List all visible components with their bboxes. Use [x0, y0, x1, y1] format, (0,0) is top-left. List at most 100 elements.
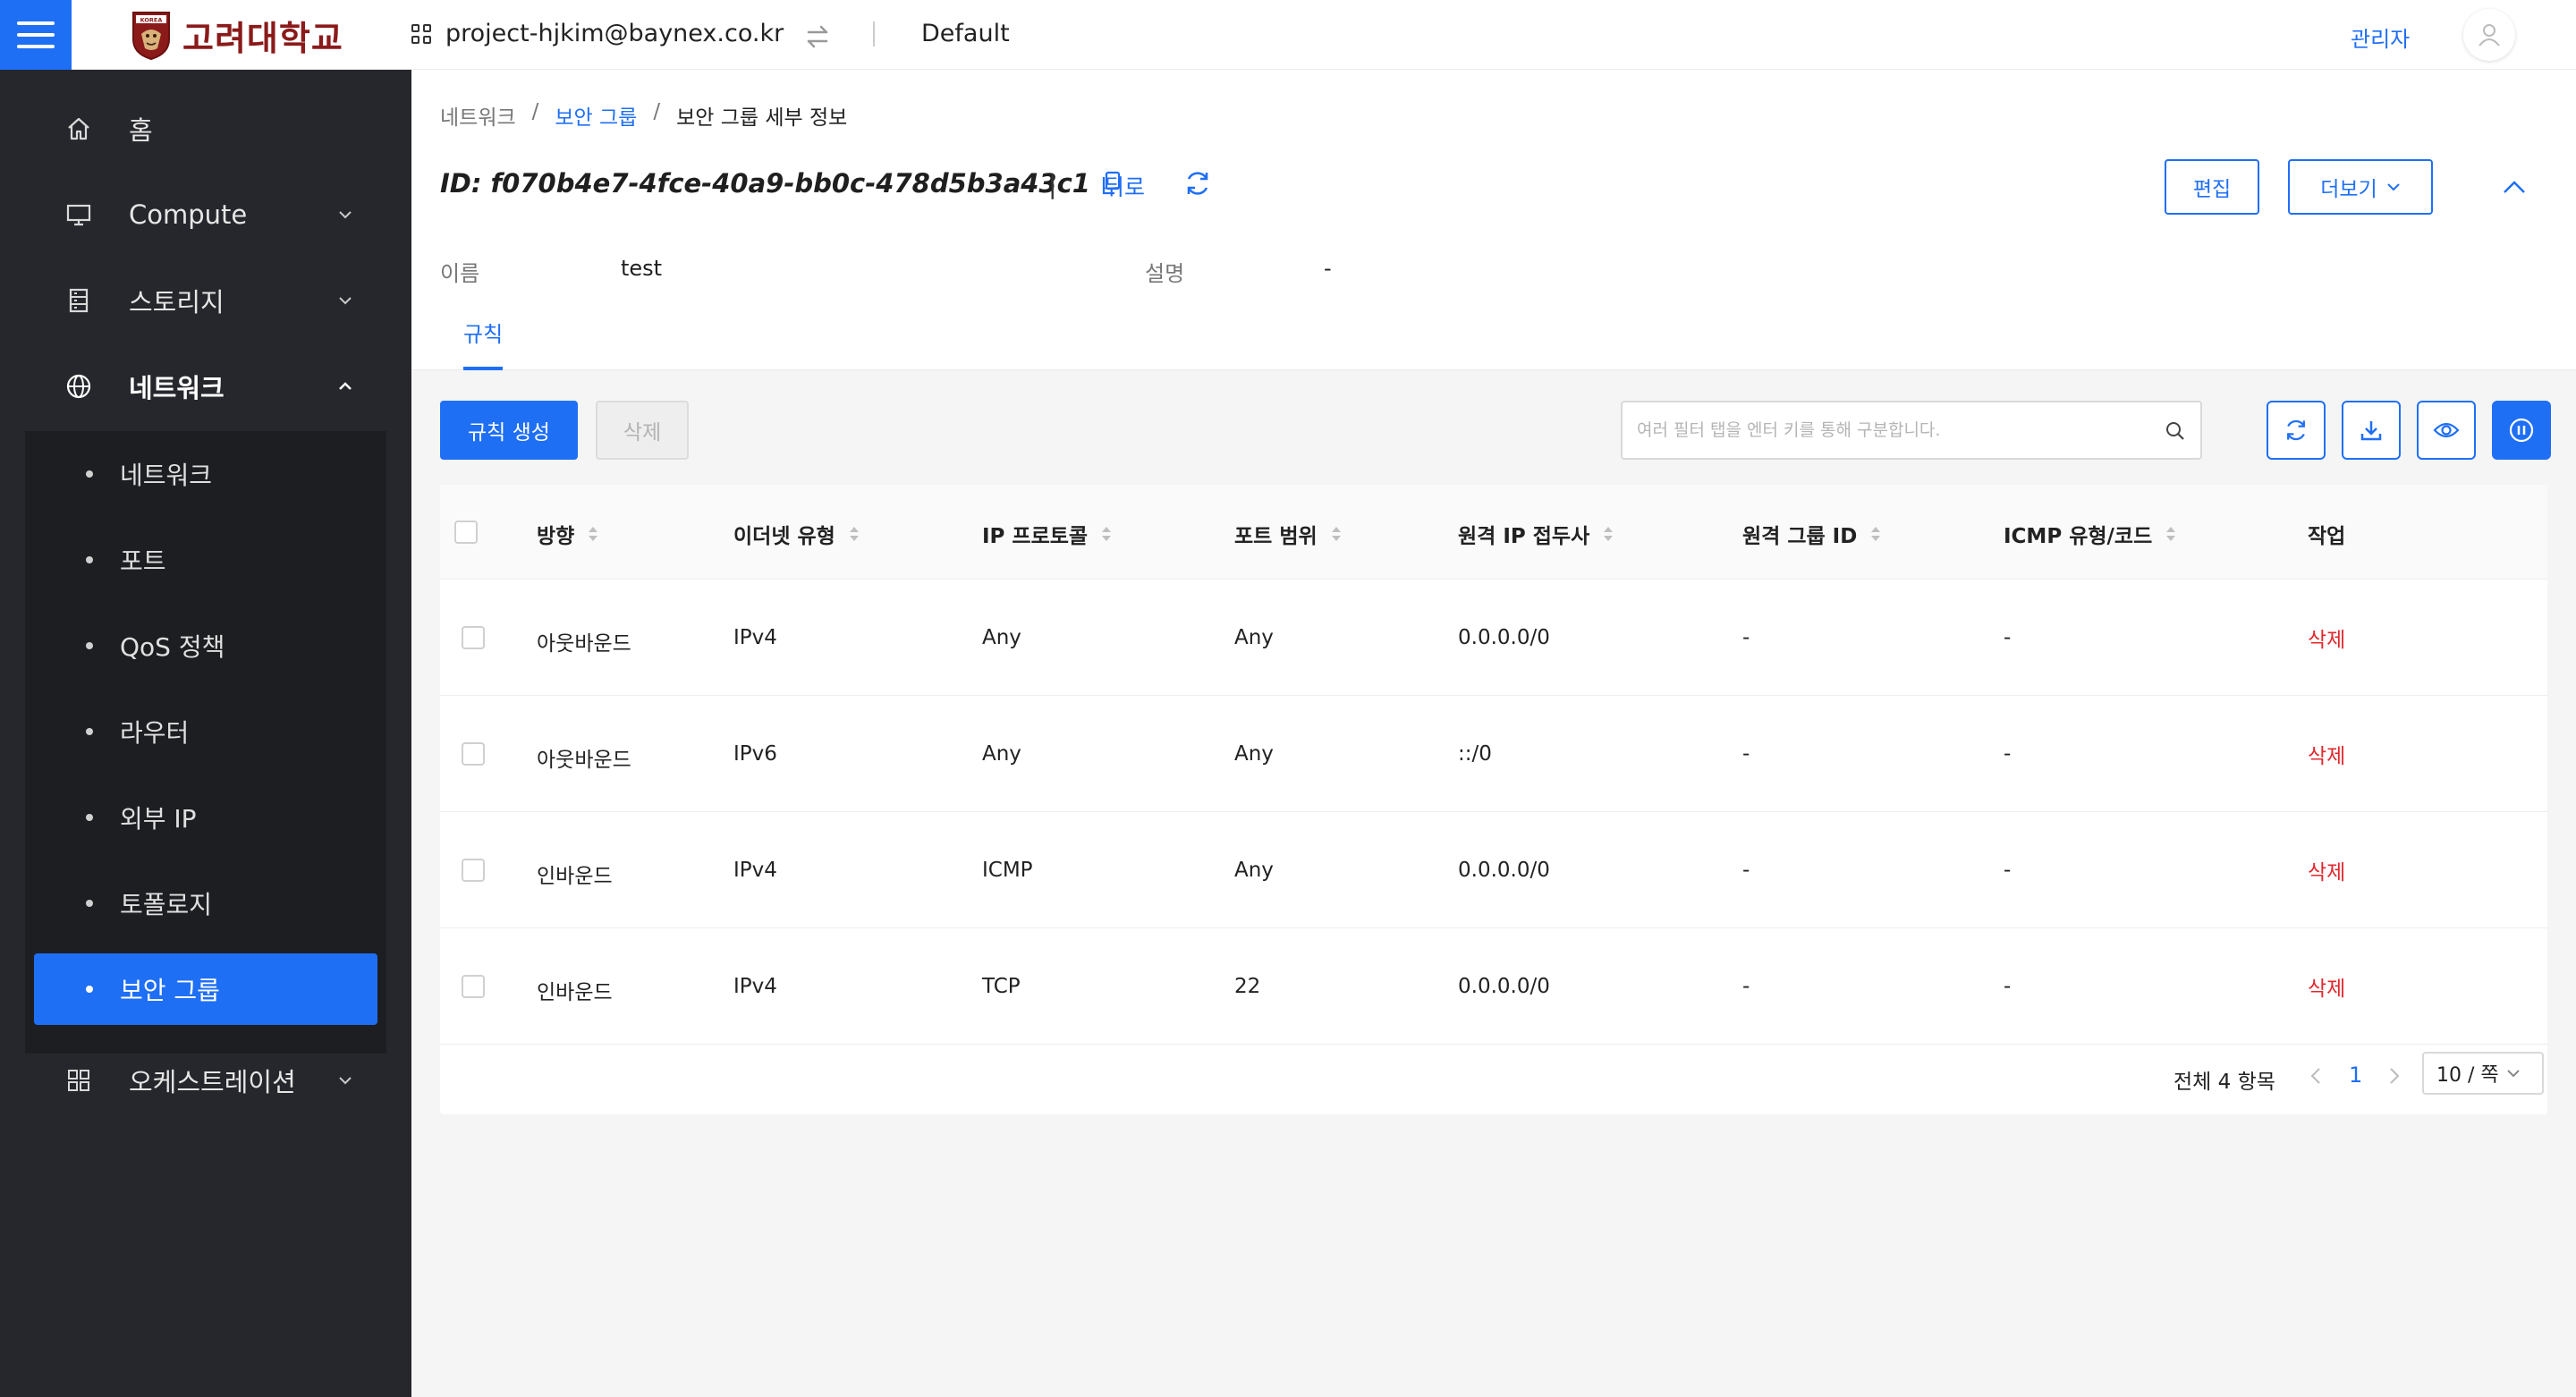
hamburger-menu-icon[interactable]	[0, 0, 72, 70]
switch-arrows-icon[interactable]	[805, 23, 830, 50]
cell-port-range: Any	[1234, 742, 1274, 766]
logo[interactable]: KOREA 고려대학교	[131, 9, 343, 61]
sidebar-subitem-topology[interactable]: 토폴로지	[25, 868, 386, 939]
sidebar-item-orchestration[interactable]: 오케스트레이션	[0, 1037, 411, 1123]
cell-icmp: -	[2004, 975, 2012, 998]
storage-icon	[64, 286, 93, 315]
bullet	[86, 814, 93, 821]
page-size-select[interactable]: 10 / 쪽	[2422, 1052, 2544, 1095]
sort-icon	[1871, 527, 1881, 541]
row-checkbox[interactable]	[462, 859, 485, 882]
column-header-remote-group-id[interactable]: 원격 그룹 ID	[1742, 519, 1882, 549]
tab-active-indicator	[463, 367, 503, 370]
row-delete-link[interactable]: 삭제	[2308, 622, 2345, 653]
search-field[interactable]	[1623, 402, 2123, 458]
region-selector[interactable]: Default	[921, 20, 1010, 47]
column-header-port-range[interactable]: 포트 범위	[1234, 519, 1343, 549]
chevron-down-icon	[339, 297, 352, 305]
description-label: 설명	[1145, 261, 1185, 286]
edit-button-label: 편집	[2192, 178, 2232, 201]
chevron-down-icon	[2387, 183, 2400, 191]
home-icon	[64, 114, 93, 143]
cell-direction: 아웃바운드	[537, 749, 631, 772]
sidebar-item-home[interactable]: 홈	[0, 86, 411, 172]
row-delete-link[interactable]: 삭제	[2308, 855, 2345, 885]
sidebar-item-compute[interactable]: Compute	[0, 172, 411, 258]
top-bar: KOREA 고려대학교 project-hjkim@baynex.co.kr D…	[0, 0, 2576, 70]
column-header-direction[interactable]: 방향	[537, 519, 599, 549]
bullet	[86, 728, 93, 735]
sort-icon	[1331, 527, 1341, 541]
eye-icon	[2433, 422, 2460, 438]
create-rule-button[interactable]: 규칙 생성	[440, 401, 578, 460]
column-header-icmp[interactable]: ICMP 유형/코드	[2004, 519, 2177, 549]
next-page-icon[interactable]	[2388, 1066, 2401, 1086]
download-button[interactable]	[2342, 401, 2401, 460]
sidebar-item-network[interactable]: 네트워크	[0, 343, 411, 429]
column-header-ethertype[interactable]: 이더넷 유형	[733, 519, 860, 549]
detail-header: 네트워크 / 보안 그룹 / 보안 그룹 세부 정보 ID: f070b4e7-…	[411, 70, 2576, 370]
search-icon[interactable]	[2165, 420, 2186, 442]
sort-icon	[2166, 527, 2176, 541]
sidebar-item-storage[interactable]: 스토리지	[0, 258, 411, 343]
breadcrumb-security-groups[interactable]: 보안 그룹	[555, 100, 637, 131]
reload-button[interactable]	[2267, 401, 2326, 460]
cell-icmp: -	[2004, 859, 2012, 882]
tab-rules[interactable]: 규칙	[463, 317, 503, 348]
chevron-up-icon[interactable]	[2501, 177, 2528, 197]
avatar[interactable]	[2463, 9, 2515, 61]
more-button[interactable]: 더보기	[2288, 159, 2433, 215]
page-size-value: 10 / 쪽	[2436, 1064, 2499, 1087]
delete-button[interactable]: 삭제	[596, 401, 689, 460]
sidebar-subitem-label: 외부 IP	[120, 804, 197, 834]
breadcrumb-separator: /	[531, 100, 539, 123]
cell-icmp: -	[2004, 742, 2012, 766]
project-selector[interactable]: project-hjkim@baynex.co.kr	[411, 20, 784, 47]
row-delete-link[interactable]: 삭제	[2308, 739, 2345, 769]
column-header-remote-ip-prefix[interactable]: 원격 IP 접두사	[1458, 519, 1614, 549]
edit-button[interactable]: 편집	[2165, 159, 2259, 215]
row-checkbox[interactable]	[462, 975, 485, 998]
breadcrumb: 네트워크 / 보안 그룹 / 보안 그룹 세부 정보	[440, 100, 847, 131]
row-delete-link[interactable]: 삭제	[2308, 971, 2345, 1002]
main-content: 네트워크 / 보안 그룹 / 보안 그룹 세부 정보 ID: f070b4e7-…	[411, 70, 2576, 1397]
sidebar-subitem-label: 토폴로지	[120, 890, 213, 919]
more-button-label: 더보기	[2320, 178, 2377, 201]
refresh-icon[interactable]	[1182, 168, 1213, 199]
breadcrumb-network[interactable]: 네트워크	[440, 100, 516, 131]
sidebar-subitem-label: 보안 그룹	[120, 976, 220, 1005]
pause-button[interactable]	[2492, 401, 2551, 460]
sidebar-subitem-network[interactable]: 네트워크	[25, 438, 386, 510]
rules-table: 방향 이더넷 유형 IP 프로토콜 포트 범위 원격 IP 접두사 원격 그룹 …	[440, 485, 2547, 1114]
sidebar-subitem-qos[interactable]: QoS 정책	[25, 610, 386, 682]
prev-page-icon[interactable]	[2309, 1066, 2322, 1086]
sidebar: 홈 Compute 스토리지 네트워크 네트워크 포트 QoS 정책 라우터 외…	[0, 70, 411, 1397]
cell-protocol: TCP	[982, 975, 1021, 998]
sidebar-subitem-security-groups[interactable]: 보안 그룹	[34, 953, 377, 1025]
divider	[873, 21, 875, 47]
name-label: 이름	[440, 261, 480, 286]
row-checkbox[interactable]	[462, 626, 485, 649]
chevron-down-icon	[339, 211, 352, 219]
monitor-icon	[64, 200, 93, 229]
page-number[interactable]: 1	[2349, 1063, 2362, 1088]
search-input[interactable]	[1621, 401, 2202, 460]
cell-direction: 아웃바운드	[537, 632, 631, 656]
cell-remote-ip-prefix: 0.0.0.0/0	[1458, 975, 1550, 998]
back-link[interactable]: 뒤로	[1104, 170, 1145, 202]
chevron-up-icon	[339, 382, 352, 390]
sidebar-item-label: 오케스트레이션	[129, 1067, 296, 1097]
sidebar-subitem-ports[interactable]: 포트	[25, 524, 386, 596]
row-checkbox[interactable]	[462, 742, 485, 766]
description-value: -	[1324, 256, 1332, 281]
cell-remote-ip-prefix: 0.0.0.0/0	[1458, 859, 1550, 882]
column-visibility-button[interactable]	[2417, 401, 2476, 460]
cell-remote-ip-prefix: 0.0.0.0/0	[1458, 626, 1550, 649]
column-header-protocol[interactable]: IP 프로토콜	[982, 519, 1113, 549]
select-all-checkbox[interactable]	[454, 521, 478, 544]
user-icon	[2479, 24, 2500, 47]
globe-icon	[64, 372, 93, 401]
sidebar-subitem-floating-ip[interactable]: 외부 IP	[25, 782, 386, 853]
admin-link[interactable]: 관리자	[2351, 21, 2410, 53]
sidebar-subitem-routers[interactable]: 라우터	[25, 696, 386, 767]
